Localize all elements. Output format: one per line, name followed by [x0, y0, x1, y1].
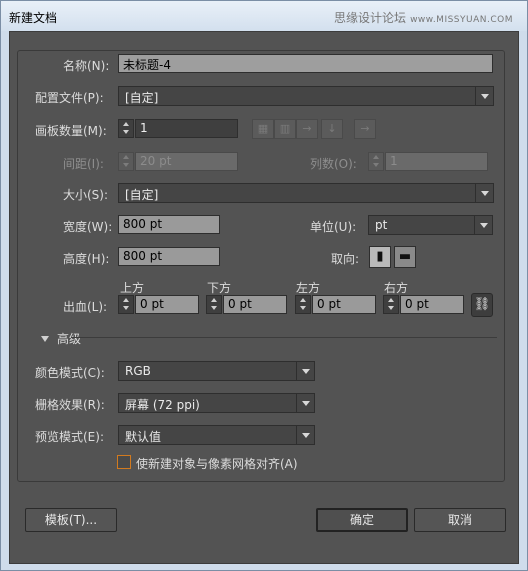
size-value: [自定]: [125, 188, 159, 202]
color-mode-label: 颜色模式(C):: [35, 366, 105, 380]
bleed-left-label: 左方: [296, 281, 321, 295]
chevron-down-icon: [475, 184, 493, 202]
landscape-icon[interactable]: ▬: [394, 246, 416, 268]
raster-label: 栅格效果(R):: [35, 398, 105, 412]
size-label: 大小(S):: [63, 188, 109, 202]
chevron-down-icon: [296, 394, 314, 412]
templates-button[interactable]: 模板(T)...: [25, 508, 117, 532]
preview-label: 预览模式(E):: [35, 430, 104, 444]
columns-input[interactable]: 1: [385, 152, 488, 171]
columns-label: 列数(O):: [310, 157, 357, 171]
advanced-label[interactable]: 高级: [57, 330, 81, 347]
spacing-input[interactable]: 20 pt: [135, 152, 238, 171]
align-pixel-grid-checkbox[interactable]: [117, 455, 131, 469]
bleed-label: 出血(L):: [63, 300, 108, 314]
units-value: pt: [375, 218, 388, 232]
columns-stepper[interactable]: [368, 152, 384, 171]
dialog-title: 新建文档: [9, 11, 58, 25]
bleed-top-stepper[interactable]: [118, 295, 134, 314]
orientation-label: 取向:: [331, 252, 360, 266]
disclosure-triangle-icon[interactable]: [41, 336, 49, 342]
preview-dropdown[interactable]: 默认值: [118, 425, 315, 445]
chevron-down-icon: [474, 216, 492, 234]
spacing-stepper[interactable]: [118, 152, 134, 171]
bleed-right-stepper[interactable]: [383, 295, 399, 314]
artboards-stepper[interactable]: [118, 119, 134, 138]
bleed-bottom-label: 下方: [207, 281, 232, 295]
bleed-right-input[interactable]: 0 pt: [400, 295, 464, 314]
color-mode-value: RGB: [125, 364, 151, 378]
width-input[interactable]: 800 pt: [118, 215, 220, 234]
cancel-button[interactable]: 取消: [414, 508, 506, 532]
raster-value: 屏幕 (72 ppi): [125, 398, 200, 412]
chevron-down-icon: [296, 426, 314, 444]
bleed-left-stepper[interactable]: [295, 295, 311, 314]
color-mode-dropdown[interactable]: RGB: [118, 361, 315, 381]
height-input[interactable]: 800 pt: [118, 247, 220, 266]
new-document-dialog: 新建文档 思缘设计论坛 www.MISSYUAN.COM 名称(N): 未标题-4…: [0, 0, 528, 571]
align-pixel-grid-label[interactable]: 使新建对象与像素网格对齐(A): [136, 455, 298, 472]
watermark-text: 思缘设计论坛: [334, 11, 407, 25]
arrange-by-column-icon[interactable]: ↓: [321, 119, 343, 139]
bleed-left-input[interactable]: 0 pt: [312, 295, 376, 314]
watermark: 思缘设计论坛 www.MISSYUAN.COM: [334, 9, 513, 26]
width-label: 宽度(W):: [63, 220, 113, 234]
right-to-left-icon[interactable]: →: [354, 119, 376, 139]
bleed-top-input[interactable]: 0 pt: [135, 295, 199, 314]
profile-value: [自定]: [125, 91, 159, 105]
bleed-bottom-input[interactable]: 0 pt: [223, 295, 287, 314]
arrange-by-row-icon[interactable]: →: [296, 119, 318, 139]
artboards-label: 画板数量(M):: [35, 124, 107, 138]
grid-by-row-icon[interactable]: ▦: [252, 119, 274, 139]
chevron-down-icon: [296, 362, 314, 380]
artboards-input[interactable]: 1: [135, 119, 238, 138]
watermark-url: www.MISSYUAN.COM: [410, 15, 513, 25]
bleed-bottom-stepper[interactable]: [206, 295, 222, 314]
size-dropdown[interactable]: [自定]: [118, 183, 494, 203]
grid-by-column-icon[interactable]: ▥: [274, 119, 296, 139]
height-label: 高度(H):: [63, 252, 110, 266]
bleed-right-label: 右方: [384, 281, 409, 295]
portrait-icon[interactable]: ▮: [369, 246, 391, 268]
spacing-label: 间距(I):: [63, 157, 104, 171]
raster-dropdown[interactable]: 屏幕 (72 ppi): [118, 393, 315, 413]
link-icon[interactable]: ⛓: [471, 293, 493, 317]
advanced-divider: [71, 337, 497, 338]
title-bar[interactable]: 新建文档 思缘设计论坛 www.MISSYUAN.COM: [1, 1, 527, 31]
units-dropdown[interactable]: pt: [368, 215, 493, 235]
units-label: 单位(U):: [310, 220, 357, 234]
ok-button[interactable]: 确定: [316, 508, 408, 532]
profile-dropdown[interactable]: [自定]: [118, 86, 494, 106]
profile-label: 配置文件(P):: [35, 91, 104, 105]
chevron-down-icon: [475, 87, 493, 105]
bleed-top-label: 上方: [120, 281, 145, 295]
preview-value: 默认值: [125, 430, 162, 444]
